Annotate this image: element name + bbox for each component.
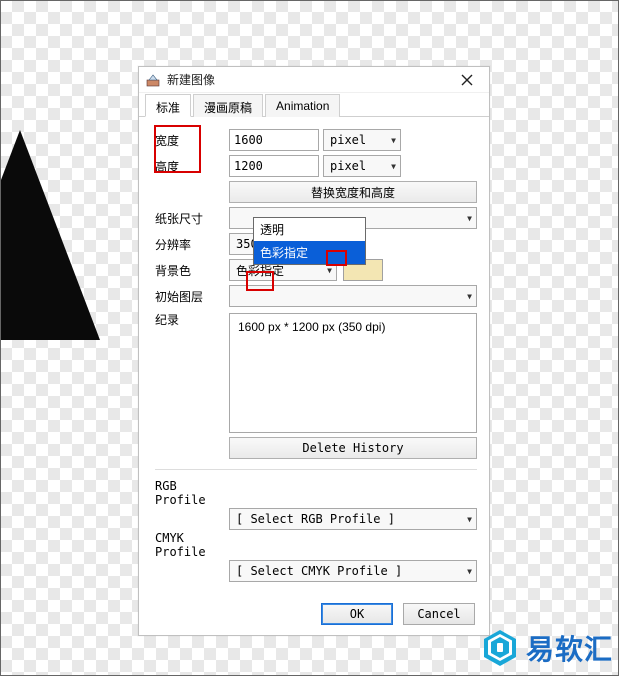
layer-label: 初始图层 <box>155 288 229 305</box>
width-unit-value: pixel <box>330 133 366 147</box>
dialog-footer: OK Cancel <box>139 592 489 635</box>
tabs: 标准 漫画原稿 Animation <box>139 93 489 117</box>
app-icon <box>145 72 161 88</box>
layer-select[interactable]: ▼ <box>229 285 477 307</box>
chevron-down-icon: ▼ <box>467 567 472 576</box>
rgb-profile-value: [ Select RGB Profile ] <box>236 512 395 526</box>
cmyk-profile-select[interactable]: [ Select CMYK Profile ] ▼ <box>229 560 477 582</box>
ok-button[interactable]: OK <box>321 603 393 625</box>
dialog-title: 新建图像 <box>167 71 451 88</box>
rgb-profile-label: RGB Profile <box>155 479 229 507</box>
brand-icon <box>482 628 518 668</box>
cancel-button[interactable]: Cancel <box>403 603 475 625</box>
row-rgb-profile: RGB Profile <box>155 480 477 506</box>
row-history: 纪录 1600 px * 1200 px (350 dpi) Delete Hi… <box>155 311 477 459</box>
bgcolor-option-specify[interactable]: 色彩指定 <box>254 241 365 264</box>
width-input[interactable] <box>229 129 319 151</box>
brand-text: 易软汇 <box>526 628 613 668</box>
height-label: 高度 <box>155 158 229 175</box>
divider <box>155 469 477 470</box>
history-label: 纪录 <box>155 311 229 328</box>
row-rgb-profile-value: [ Select RGB Profile ] ▼ <box>155 506 477 532</box>
height-unit-value: pixel <box>330 159 366 173</box>
bgcolor-label: 背景色 <box>155 262 229 279</box>
tab-animation[interactable]: Animation <box>265 94 340 117</box>
paper-label: 纸张尺寸 <box>155 210 229 227</box>
row-cmyk-profile-value: [ Select CMYK Profile ] ▼ <box>155 558 477 584</box>
width-unit-select[interactable]: pixel ▼ <box>323 129 401 151</box>
resolution-label: 分辨率 <box>155 236 229 253</box>
rgb-profile-select[interactable]: [ Select RGB Profile ] ▼ <box>229 508 477 530</box>
tab-standard[interactable]: 标准 <box>145 94 191 117</box>
dialog-body: 宽度 pixel ▼ 高度 pixel ▼ 替换宽度和高度 纸张尺寸 ▼ <box>139 117 489 592</box>
row-height: 高度 pixel ▼ <box>155 153 477 179</box>
height-input[interactable] <box>229 155 319 177</box>
chevron-down-icon: ▼ <box>467 515 472 524</box>
cmyk-profile-label: CMYK Profile <box>155 531 229 559</box>
row-swap: 替换宽度和高度 <box>155 179 477 205</box>
width-label: 宽度 <box>155 132 229 149</box>
history-list[interactable]: 1600 px * 1200 px (350 dpi) <box>229 313 477 433</box>
swap-dimensions-button[interactable]: 替换宽度和高度 <box>229 181 477 203</box>
chevron-down-icon: ▼ <box>391 162 396 171</box>
chevron-down-icon: ▼ <box>327 266 332 275</box>
close-button[interactable] <box>451 69 483 91</box>
background-triangle <box>0 130 100 340</box>
bgcolor-option-transparent[interactable]: 透明 <box>254 218 365 241</box>
chevron-down-icon: ▼ <box>467 214 472 223</box>
brand-logo: 易软汇 <box>482 628 613 668</box>
row-width: 宽度 pixel ▼ <box>155 127 477 153</box>
bgcolor-dropdown-list[interactable]: 透明 色彩指定 <box>253 217 366 265</box>
chevron-down-icon: ▼ <box>467 292 472 301</box>
delete-history-button[interactable]: Delete History <box>229 437 477 459</box>
tab-manga[interactable]: 漫画原稿 <box>193 94 263 117</box>
close-icon <box>461 74 473 86</box>
new-image-dialog: 新建图像 标准 漫画原稿 Animation 宽度 pixel ▼ 高度 pix… <box>138 66 490 636</box>
history-item[interactable]: 1600 px * 1200 px (350 dpi) <box>238 320 468 334</box>
height-unit-select[interactable]: pixel ▼ <box>323 155 401 177</box>
chevron-down-icon: ▼ <box>391 136 396 145</box>
row-cmyk-profile: CMYK Profile <box>155 532 477 558</box>
row-layer: 初始图层 ▼ <box>155 283 477 309</box>
titlebar: 新建图像 <box>139 67 489 93</box>
cmyk-profile-value: [ Select CMYK Profile ] <box>236 564 402 578</box>
